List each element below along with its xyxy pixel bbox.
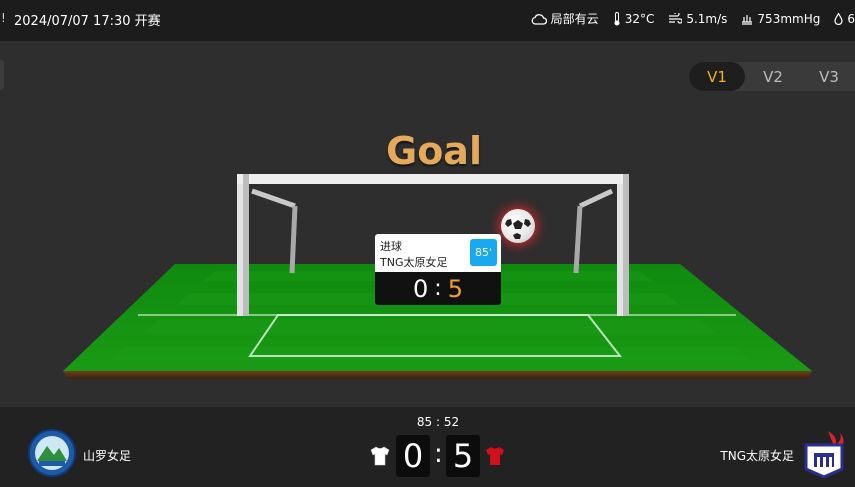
event-info: 进球 TNG太原女足 85' — [375, 234, 501, 272]
wind-text: 5.1m/s — [686, 11, 728, 26]
weather-humidity: 6 — [834, 12, 855, 26]
event-minute-badge: 85' — [470, 239, 497, 266]
pressure-icon — [742, 14, 753, 25]
cloud-icon — [531, 13, 547, 25]
weather-temperature: 32°C — [613, 11, 655, 26]
event-team: TNG太原女足 — [380, 256, 448, 269]
away-score: 5 — [446, 435, 480, 477]
pitch-edge — [63, 371, 812, 379]
home-shirt-icon — [370, 446, 390, 466]
top-bar: ! 2024/07/07 17:30 开赛 局部有云 32°C 5.1m/s 7… — [0, 0, 855, 41]
temperature-text: 32°C — [624, 11, 655, 26]
half-time-score: 85 : 52 — [416, 415, 460, 429]
info-mark: ! — [1, 11, 6, 25]
away-team-logo — [804, 431, 844, 479]
event-home-score: 0 — [413, 274, 429, 303]
droplet-icon — [834, 12, 843, 25]
pressure-text: 753mmHg — [757, 11, 821, 26]
away-shirt-icon — [486, 447, 504, 465]
home-team-name: 山罗女足 — [83, 449, 132, 463]
event-score: 0 : 5 — [375, 272, 501, 305]
goal-event-popup: 进球 TNG太原女足 85' 0 : 5 — [375, 234, 501, 305]
home-team-logo — [28, 429, 76, 477]
score-separator: : — [434, 439, 443, 469]
goal-crossbar — [237, 174, 629, 184]
wind-icon — [669, 12, 683, 24]
live-animation-stage: V1 V2 V3 Goal 进球 TNG太原女足 85' 0: 5 — [0, 41, 855, 407]
scoreboard: 山罗女足 85 : 52 0 : 5 TNG太原女足 — [0, 407, 855, 487]
match-start-time: 2024/07/07 17:30 开赛 — [14, 14, 161, 29]
weather-condition-text: 局部有云 — [550, 12, 599, 26]
away-team-name: TNG太原女足 — [720, 449, 794, 463]
thermometer-icon — [614, 11, 620, 25]
weather-condition: 局部有云 — [531, 10, 599, 27]
event-away-score: 5 — [447, 274, 463, 303]
pitch-graphic — [63, 174, 812, 379]
weather-wind: 5.1m/s — [668, 12, 727, 26]
weather-pressure: 753mmHg — [741, 12, 820, 26]
weather-bar: 局部有云 32°C 5.1m/s 753mmHg 6 — [531, 10, 855, 27]
goal-title: Goal — [386, 129, 482, 173]
event-type: 进球 — [380, 240, 402, 253]
humidity-text: 6 — [847, 11, 855, 26]
football-icon — [501, 209, 535, 243]
event-score-separator: : — [434, 276, 442, 301]
home-score: 0 — [396, 435, 430, 477]
